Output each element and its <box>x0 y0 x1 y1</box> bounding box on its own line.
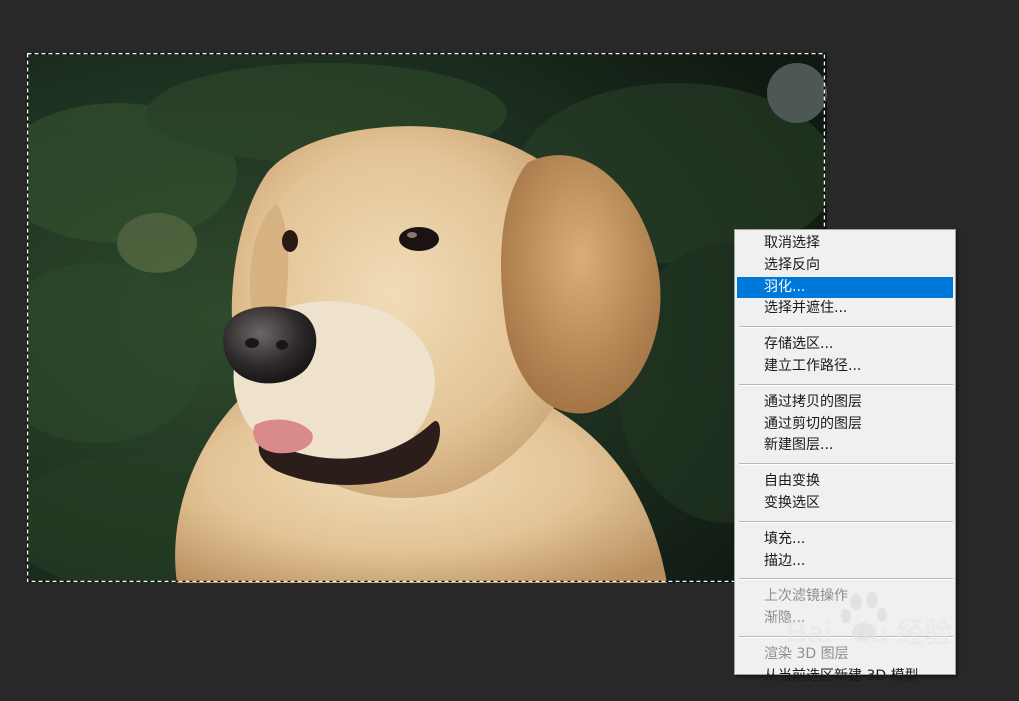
menu-item-feather[interactable]: 羽化... <box>737 276 953 299</box>
menu-item-fade: 渐隐... <box>764 610 806 627</box>
menu-item-transform-selection[interactable]: 变换选区 <box>737 493 953 515</box>
menu-separator <box>739 578 953 581</box>
document-canvas[interactable] <box>27 53 827 583</box>
golden-retriever-photo <box>27 53 827 583</box>
menu-item-new-layer[interactable]: 新建图层... <box>737 435 953 457</box>
menu-item-fill[interactable]: 填充... <box>737 529 953 551</box>
menu-separator <box>739 383 953 386</box>
menu-item-select-and-mask[interactable]: 选择并遮住... <box>737 298 953 320</box>
menu-item-render-3d-layer: 渲染 3D 图层 <box>764 645 849 662</box>
menu-separator <box>739 326 953 329</box>
menu-separator <box>739 520 953 523</box>
menu-item-new-3d-model[interactable]: 从当前选区新建 3D 模型 <box>737 666 953 688</box>
menu-item-last-filter: 上次滤镜操作 <box>764 588 848 605</box>
context-menu: 取消选择 选择反向 羽化... 选择并遮住... 存储选区... 建立工作路径.… <box>734 229 956 684</box>
menu-item-deselect[interactable]: 取消选择 <box>737 233 953 255</box>
menu-separator <box>739 463 953 466</box>
menu-item-free-transform[interactable]: 自由变换 <box>737 471 953 493</box>
menu-separator <box>739 635 953 638</box>
menu-item-stroke[interactable]: 描边... <box>737 551 953 573</box>
menu-item-save-selection[interactable]: 存储选区... <box>737 334 953 356</box>
photoshop-workspace: 取消选择 选择反向 羽化... 选择并遮住... 存储选区... 建立工作路径.… <box>0 0 1019 701</box>
menu-item-layer-via-copy[interactable]: 通过拷贝的图层 <box>737 392 953 414</box>
menu-item-make-work-path[interactable]: 建立工作路径... <box>737 356 953 378</box>
menu-item-layer-via-cut[interactable]: 通过剪切的图层 <box>737 414 953 436</box>
menu-item-select-inverse[interactable]: 选择反向 <box>737 255 953 277</box>
